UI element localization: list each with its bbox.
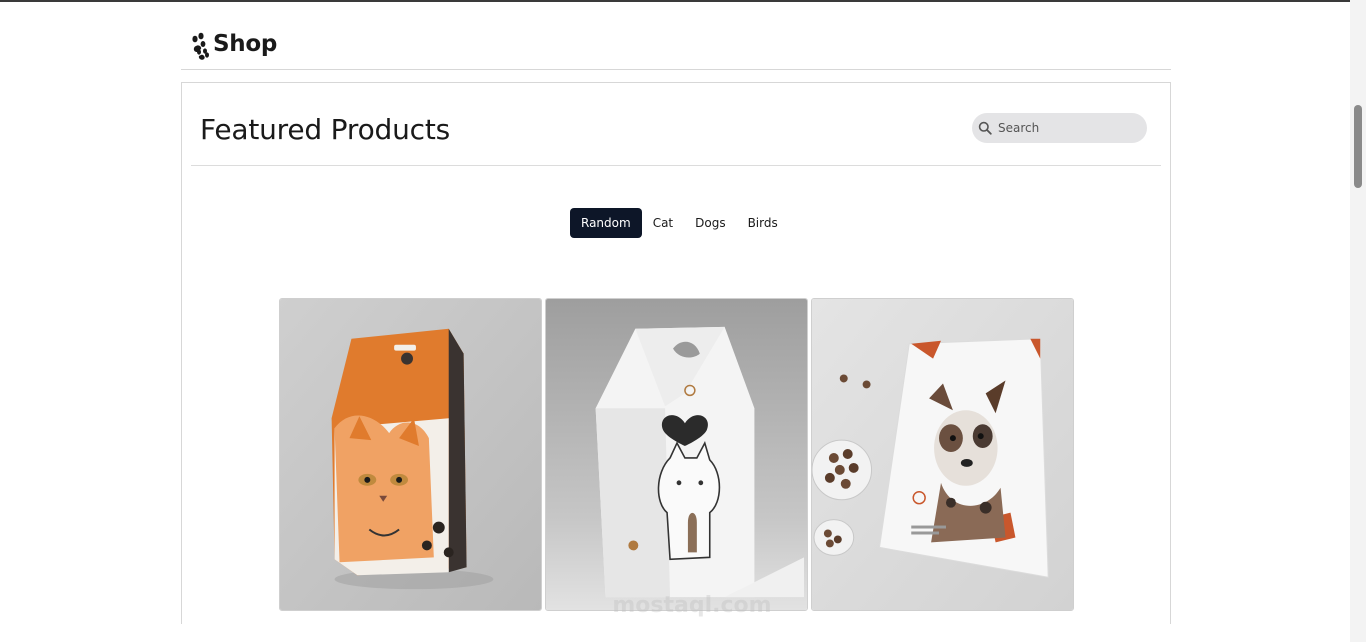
tab-cat[interactable]: Cat [642, 208, 684, 238]
search-box[interactable] [972, 113, 1147, 143]
page-scrollbar[interactable] [1350, 0, 1366, 642]
product-image-cat-food-bag [280, 299, 541, 610]
search-input[interactable] [998, 121, 1138, 135]
scrollbar-thumb[interactable] [1354, 105, 1362, 188]
tab-birds[interactable]: Birds [737, 208, 789, 238]
logo[interactable]: Shop [190, 30, 277, 60]
panel-header: Featured Products [191, 83, 1161, 166]
paw-icon [192, 32, 209, 60]
product-card[interactable] [279, 298, 542, 611]
product-image-dog-food-pouch [812, 299, 1073, 610]
brand-name: Shop [213, 31, 278, 57]
category-tabs: Random Cat Dogs Birds [570, 208, 789, 238]
site-header: Shop [181, 2, 1171, 70]
product-card[interactable] [811, 298, 1074, 611]
product-gallery [279, 298, 1074, 611]
tab-dogs[interactable]: Dogs [684, 208, 736, 238]
page-title: Featured Products [200, 113, 450, 146]
tab-random[interactable]: Random [570, 208, 642, 238]
featured-products-panel: Featured Products Random Cat Dogs Birds [181, 82, 1171, 624]
search-icon [978, 121, 992, 135]
product-card[interactable] [545, 298, 808, 611]
product-image-white-cat-box [546, 299, 807, 610]
